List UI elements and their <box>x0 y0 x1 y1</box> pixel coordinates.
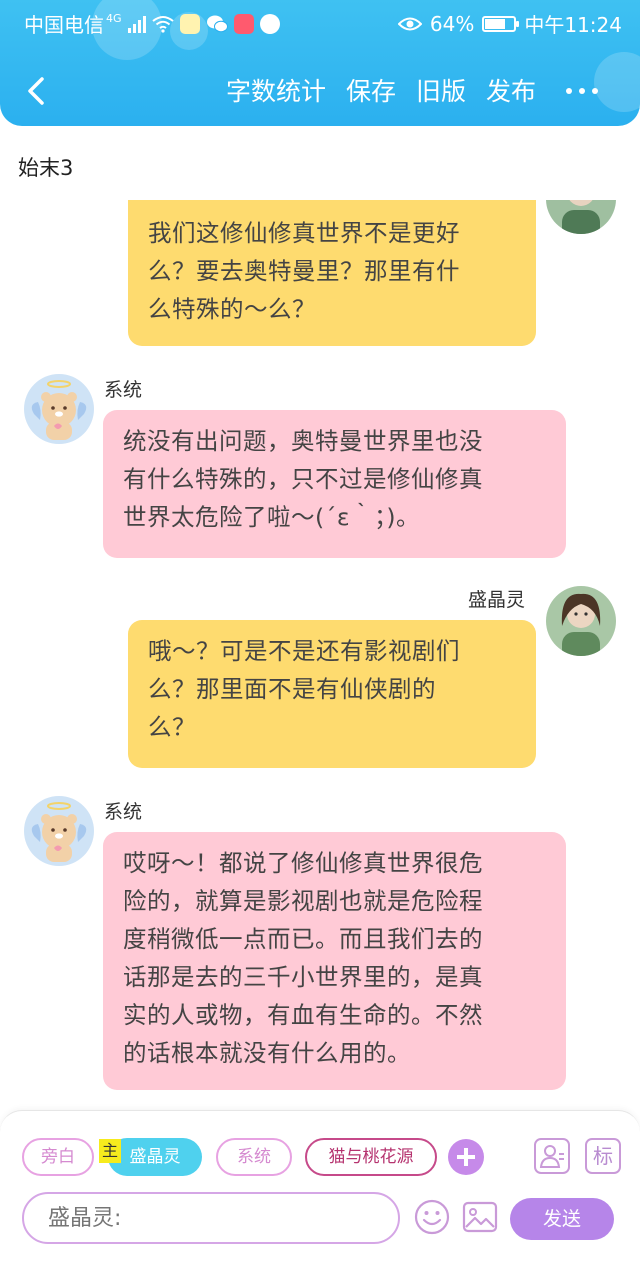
clock: 中午11:24 <box>524 13 622 37</box>
message-line: 世界太危险了啦～(´ε｀；)。 <box>123 503 421 531</box>
role-chip-narration[interactable]: 旁白 <box>22 1138 94 1176</box>
message-line: 有什么特殊的，只不过是修仙修真 <box>123 465 483 493</box>
eye-icon <box>397 17 422 30</box>
message-bubble[interactable]: 哎呀～！都说了修仙修真世界很危 险的，就算是影视剧也就是危险程 度稍微低一点而已… <box>103 832 566 1090</box>
sender-name: 系统 <box>104 801 143 823</box>
emoji-icon[interactable] <box>414 1199 450 1235</box>
app-icon <box>233 13 254 34</box>
role-chip-cat-peach-blossom[interactable]: 猫与桃花源 <box>305 1138 437 1176</box>
signal-icon <box>127 15 146 33</box>
nav-bar: 字数统计 保存 旧版 发布 <box>0 64 640 120</box>
mark-button[interactable]: 标 <box>585 1138 621 1174</box>
wechat-icon <box>206 15 228 32</box>
sender-name: 盛晶灵 <box>468 589 526 611</box>
send-button[interactable]: 发送 <box>510 1198 614 1240</box>
back-arrow-icon[interactable] <box>22 76 52 106</box>
publish-button[interactable]: 发布 <box>486 76 536 108</box>
message-line: 哎呀～！都说了修仙修真世界很危 <box>123 849 483 877</box>
sender-name: 系统 <box>104 379 143 401</box>
message-bubble[interactable]: 哦～？可是不是还有影视剧们 么？那里面不是有仙侠剧的 么？ <box>128 620 536 768</box>
carrier-label: 中国电信 <box>24 13 104 37</box>
battery-percent: 64% <box>429 11 475 36</box>
message-line: 统没有出问题，奥特曼世界里也没 <box>123 427 483 455</box>
save-button[interactable]: 保存 <box>346 76 396 108</box>
message-line: 我们这修仙修真世界不是更好 <box>148 219 460 247</box>
role-manage-icon[interactable] <box>534 1138 570 1174</box>
wifi-icon <box>151 15 174 33</box>
role-chip-main-character[interactable]: 盛晶灵 <box>108 1138 202 1176</box>
message-line: 度稍微低一点而已。而且我们去的 <box>123 925 483 953</box>
avatar[interactable] <box>546 200 616 234</box>
more-options-icon[interactable] <box>566 88 598 94</box>
message-line: 实的人或物，有血有生命的。不然 <box>123 1001 483 1029</box>
message-line: 么？那里面不是有仙侠剧的 <box>148 675 436 703</box>
avatar[interactable] <box>24 796 94 866</box>
message-line: 话那是去的三千小世界里的，是真 <box>123 963 483 991</box>
browser-icon <box>259 13 280 34</box>
message-line: 么？ <box>148 713 196 741</box>
message-line: 么特殊的～么？ <box>148 295 316 323</box>
add-role-button[interactable] <box>448 1139 484 1175</box>
message-bubble[interactable]: 统没有出问题，奥特曼世界里也没 有什么特殊的，只不过是修仙修真 世界太危险了啦～… <box>103 410 566 558</box>
message-line: 险的，就算是影视剧也就是危险程 <box>123 887 483 915</box>
composer-panel: 旁白 盛晶灵 主 系统 猫与桃花源 标 发送 <box>0 1110 640 1280</box>
image-icon[interactable] <box>462 1199 498 1235</box>
chapter-title: 始末3 <box>18 156 74 180</box>
message-line: 哦～？可是不是还有影视剧们 <box>148 637 460 665</box>
status-bar: 中国电信 4G 64% 中午11:24 <box>0 0 640 44</box>
battery-icon <box>482 15 520 32</box>
message-input[interactable] <box>22 1192 400 1244</box>
network-label: 4G <box>106 12 122 25</box>
role-chip-system[interactable]: 系统 <box>216 1138 292 1176</box>
message-bubble[interactable]: 我们这修仙修真世界不是更好 么？要去奥特曼里？那里有什 么特殊的～么？ <box>128 200 536 346</box>
notification-app-icon <box>179 13 200 34</box>
word-count-button[interactable]: 字数统计 <box>226 76 326 108</box>
message-line: 的话根本就没有什么用的。 <box>123 1039 411 1067</box>
main-role-tag: 主 <box>99 1139 121 1163</box>
old-version-button[interactable]: 旧版 <box>416 76 466 108</box>
avatar[interactable] <box>546 586 616 656</box>
chat-area[interactable]: 我们这修仙修真世界不是更好 么？要去奥特曼里？那里有什 么特殊的～么？ 系统 统… <box>0 200 640 1110</box>
avatar[interactable] <box>24 374 94 444</box>
app-header: 中国电信 4G 64% 中午11:24 字数统计 保存 旧版 发布 <box>0 0 640 126</box>
message-line: 么？要去奥特曼里？那里有什 <box>148 257 460 285</box>
